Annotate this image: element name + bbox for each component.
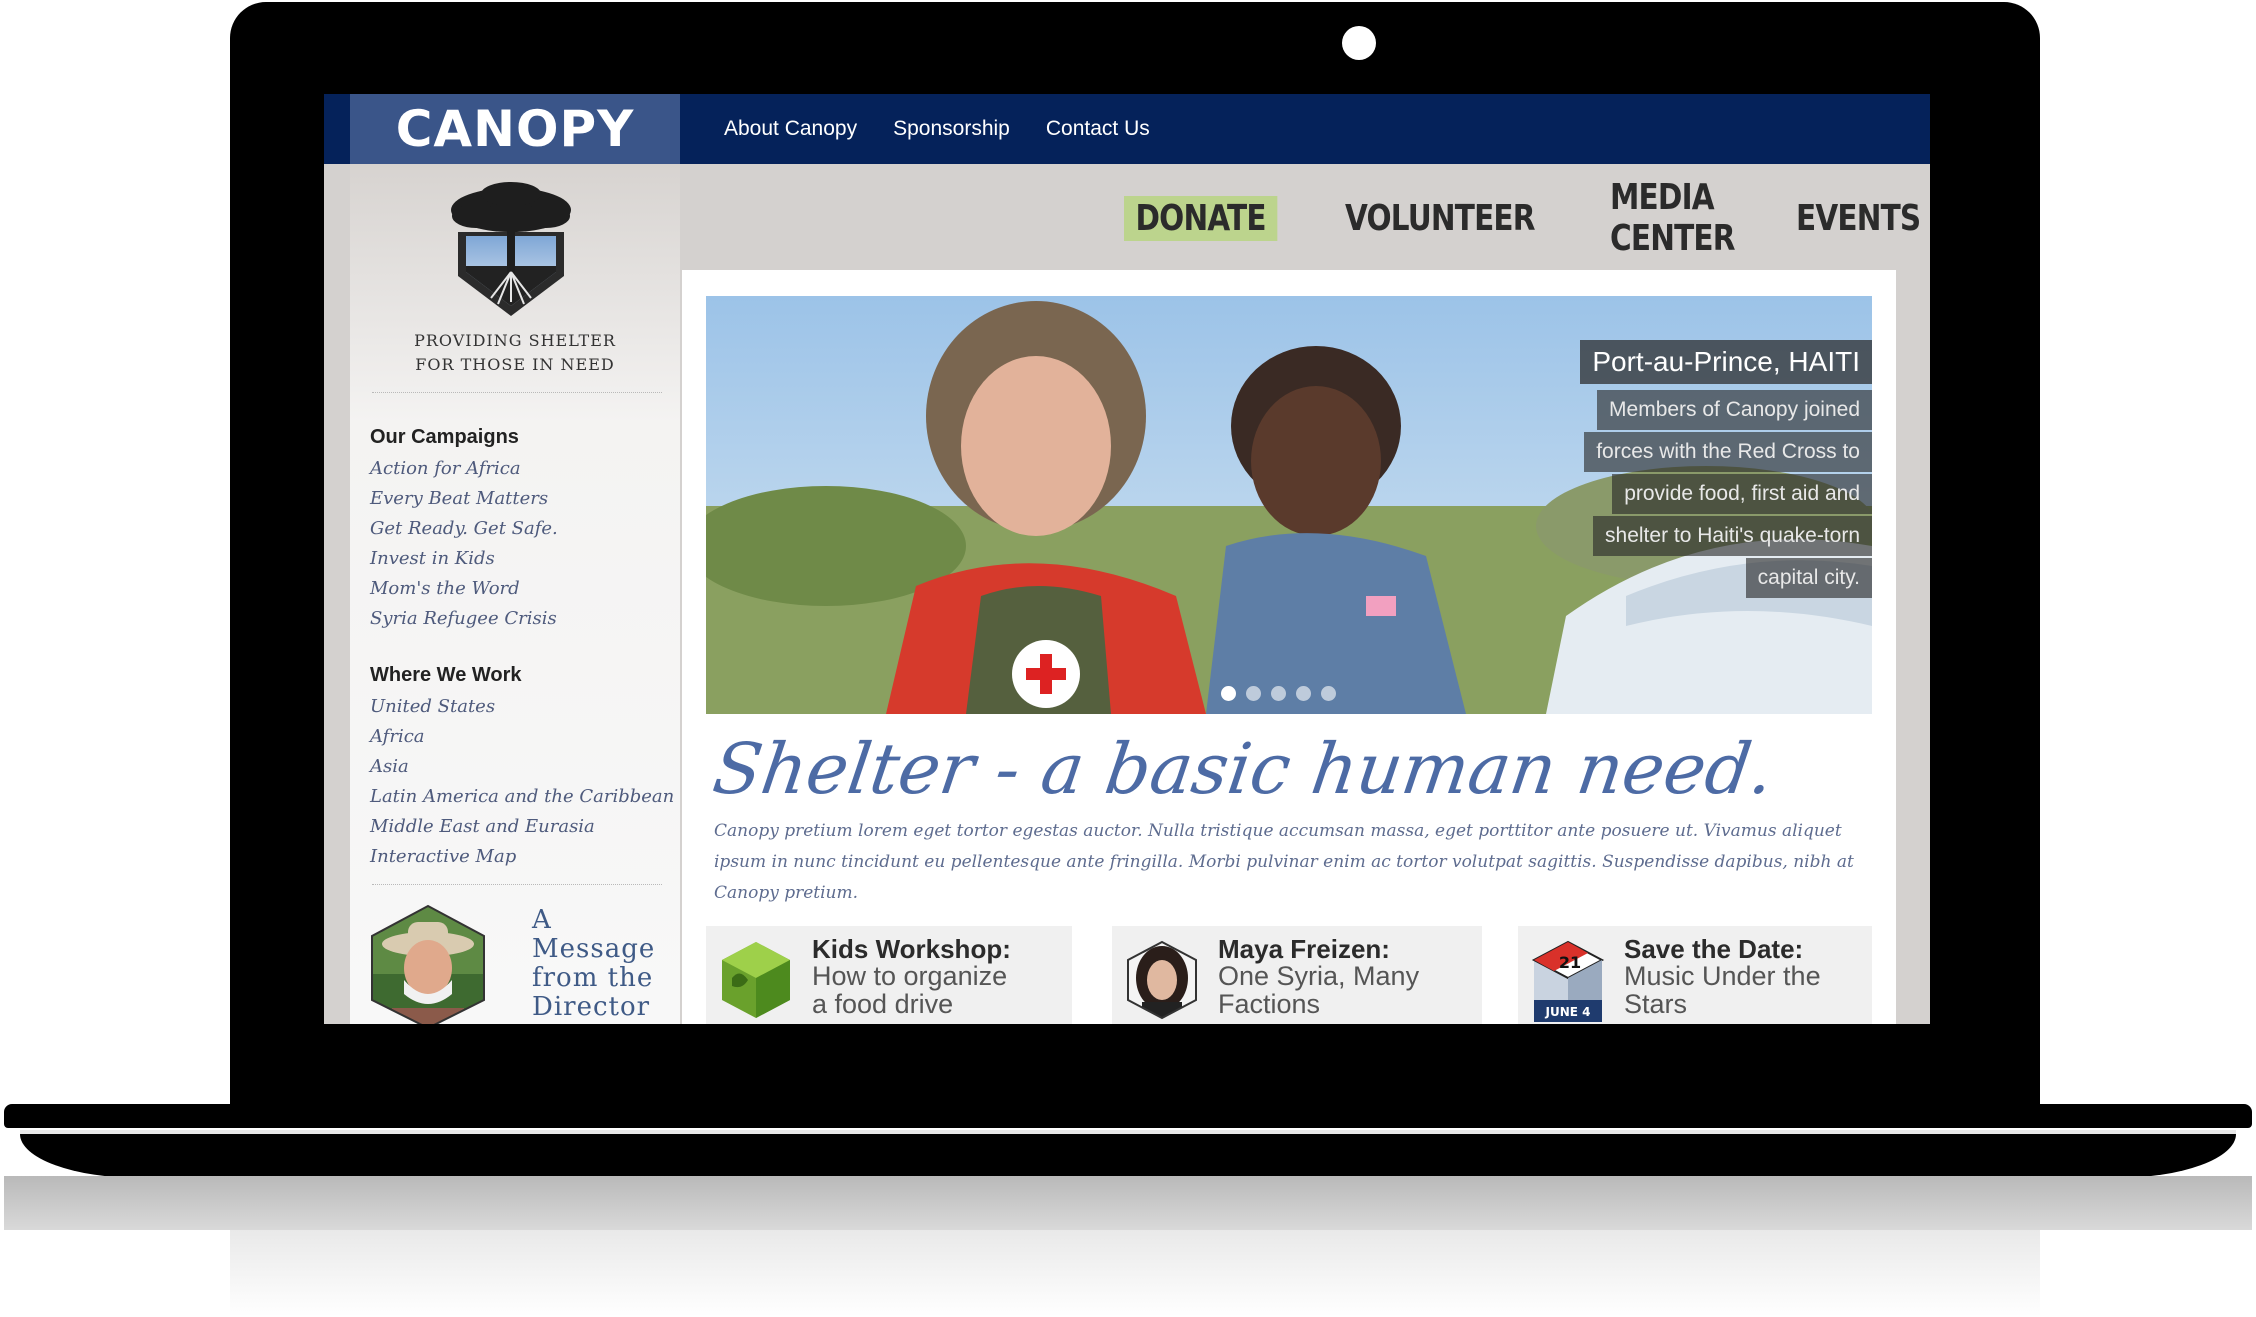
regions-list: United States Africa Asia Latin America … [370, 692, 674, 872]
region-link[interactable]: Latin America and the Caribbean [370, 782, 674, 812]
hero-caption-line: shelter to Haiti's quake-torn [1580, 514, 1872, 556]
campaign-link[interactable]: Get Ready. Get Safe. [370, 514, 558, 544]
hero-caption-text: Members of Canopy joined [1597, 390, 1872, 430]
hero-caption-line: capital city. [1580, 556, 1872, 598]
region-link[interactable]: Interactive Map [370, 842, 674, 872]
slider-dot[interactable] [1321, 686, 1336, 701]
website-screen: CANOPY About Canopy Sponsorship Contact … [324, 94, 1930, 1024]
laptop-bottom [20, 1134, 2236, 1178]
main-nav: DONATE VOLUNTEER MEDIA CENTER EVENTS [1124, 177, 1930, 259]
hero-caption-line: forces with the Red Cross to [1580, 430, 1872, 472]
card-subtitle-line: a food drive [812, 989, 954, 1019]
top-bar: CANOPY About Canopy Sponsorship Contact … [324, 94, 1930, 164]
page-headline: Shelter - a basic human need. [708, 728, 1779, 810]
director-line1: A Message [532, 905, 656, 964]
nav-events[interactable]: EVENTS [1796, 198, 1921, 239]
cube-icon [722, 942, 790, 1018]
nav-donate[interactable]: DONATE [1124, 195, 1278, 241]
card-subtitle-line: One Syria, Many [1218, 961, 1420, 991]
director-photo[interactable] [368, 904, 488, 1024]
nav-about[interactable]: About Canopy [724, 117, 857, 141]
hero-caption-title: Port-au-Prince, HAITI [1580, 340, 1872, 384]
campaign-link[interactable]: Syria Refugee Crisis [370, 604, 558, 634]
director-line3: Director [532, 992, 651, 1022]
tagline-line1: PROVIDING SHELTER [414, 331, 616, 350]
tree-shield-logo-icon[interactable] [436, 180, 586, 320]
calendar-icon: 21 JUNE 4 [1531, 940, 1605, 1022]
director-message-link[interactable]: A Message from the Director [532, 906, 682, 1022]
region-link[interactable]: Asia [370, 752, 674, 782]
sidebar-divider [372, 392, 662, 393]
campaigns-heading: Our Campaigns [370, 426, 519, 448]
laptop-shadow [4, 1176, 2252, 1230]
camera-icon [1342, 26, 1376, 60]
hero-caption-text: shelter to Haiti's quake-torn [1593, 516, 1872, 556]
region-link[interactable]: Africa [370, 722, 674, 752]
hero-caption-text: forces with the Red Cross to [1584, 432, 1872, 472]
slider-dot[interactable] [1246, 686, 1261, 701]
laptop-reflection [230, 1230, 2040, 1317]
campaign-link[interactable]: Every Beat Matters [370, 484, 558, 514]
nav-volunteer[interactable]: VOLUNTEER [1345, 198, 1535, 239]
calendar-month: JUNE 4 [1545, 1005, 1591, 1019]
card-subtitle: One Syria, Many Factions [1218, 962, 1458, 1018]
hero-caption-line: Members of Canopy joined [1580, 388, 1872, 430]
slider-dot[interactable] [1221, 686, 1236, 701]
card-subtitle-line: Factions [1218, 989, 1321, 1019]
top-nav: About Canopy Sponsorship Contact Us [724, 94, 1150, 164]
campaign-link[interactable]: Invest in Kids [370, 544, 558, 574]
hero-caption: Port-au-Prince, HAITI Members of Canopy … [1580, 340, 1872, 598]
nav-contact[interactable]: Contact Us [1046, 117, 1150, 141]
nav-media-center[interactable]: MEDIA CENTER [1610, 177, 1735, 259]
campaign-link[interactable]: Mom's the Word [370, 574, 558, 604]
card-subtitle: Music Under the Stars [1624, 962, 1864, 1018]
card-kids-workshop[interactable]: Kids Workshop: How to organize a food dr… [706, 926, 1072, 1024]
card-subtitle-line: Stars [1624, 989, 1688, 1019]
campaigns-list: Action for Africa Every Beat Matters Get… [370, 454, 558, 634]
slider-dot[interactable] [1271, 686, 1286, 701]
calendar-day: 21 [1559, 953, 1581, 972]
nav-sponsorship[interactable]: Sponsorship [893, 117, 1010, 141]
region-link[interactable]: Middle East and Eurasia [370, 812, 674, 842]
hero-slider[interactable]: Port-au-Prince, HAITI Members of Canopy … [706, 296, 1872, 714]
avatar-icon [1127, 940, 1197, 1020]
card-subtitle-line: Music Under the [1624, 961, 1821, 991]
slider-dot[interactable] [1296, 686, 1311, 701]
tagline-line2: FOR THOSE IN NEED [415, 355, 615, 374]
sidebar-divider [372, 884, 662, 885]
intro-paragraph: Canopy pretium lorem eget tortor egestas… [714, 821, 1854, 903]
hero-caption-line: provide food, first aid and [1580, 472, 1872, 514]
slider-dots [1221, 686, 1336, 701]
content-area: Port-au-Prince, HAITI Members of Canopy … [682, 270, 1896, 1024]
where-we-work-heading: Where We Work [370, 664, 522, 686]
campaign-link[interactable]: Action for Africa [370, 454, 558, 484]
tagline: PROVIDING SHELTER FOR THOSE IN NEED [350, 329, 680, 377]
card-subtitle-line: How to organize [812, 961, 1008, 991]
hero-caption-text: capital city. [1745, 558, 1872, 598]
card-maya-freizen[interactable]: Maya Freizen: One Syria, Many Factions [1112, 926, 1482, 1024]
hero-caption-text: provide food, first aid and [1612, 474, 1872, 514]
sidebar: PROVIDING SHELTER FOR THOSE IN NEED Our … [350, 164, 680, 1024]
card-subtitle: How to organize a food drive [812, 962, 1052, 1018]
laptop-base [4, 1104, 2252, 1128]
card-save-the-date[interactable]: 21 JUNE 4 Save the Date: Music Under the… [1518, 926, 1872, 1024]
region-link[interactable]: United States [370, 692, 674, 722]
director-line2: from the [532, 963, 654, 993]
brand-logo[interactable]: CANOPY [350, 94, 680, 164]
